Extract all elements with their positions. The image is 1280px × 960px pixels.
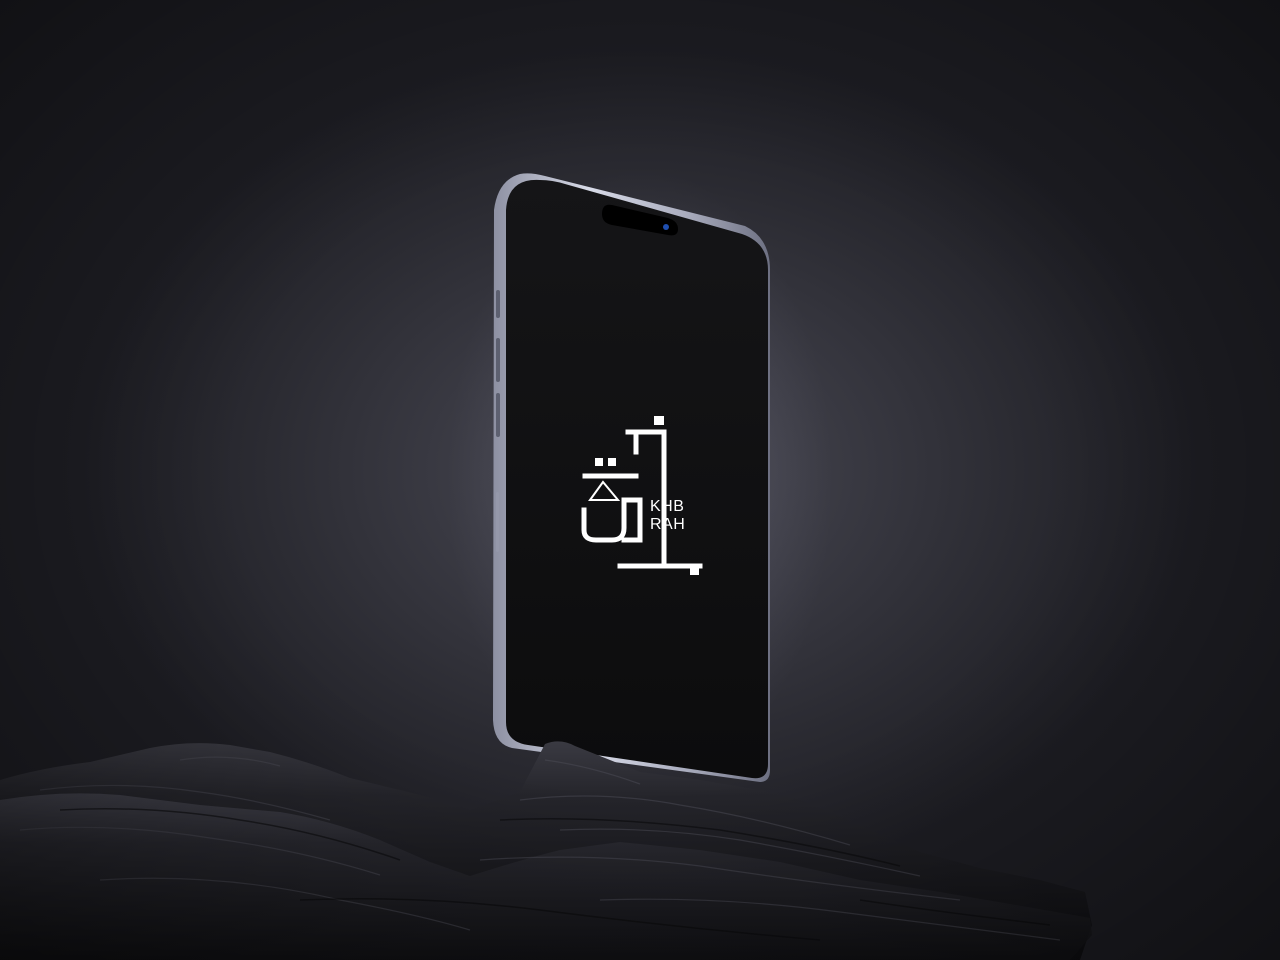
action-button bbox=[496, 290, 500, 318]
product-photo-scene: KHB RAH bbox=[0, 0, 1280, 960]
volume-down-button bbox=[496, 393, 500, 437]
logo-wordmark-line-1: KHB bbox=[650, 498, 685, 515]
khbrah-logo: KHB RAH bbox=[578, 432, 708, 572]
logo-wordmark-line-2: RAH bbox=[650, 516, 686, 533]
logo-wordmark: KHB RAH bbox=[650, 498, 685, 534]
camera-lens-icon bbox=[663, 224, 669, 230]
sim-tray bbox=[496, 492, 499, 552]
volume-up-button bbox=[496, 338, 500, 382]
rock-pedestal bbox=[0, 741, 1092, 960]
